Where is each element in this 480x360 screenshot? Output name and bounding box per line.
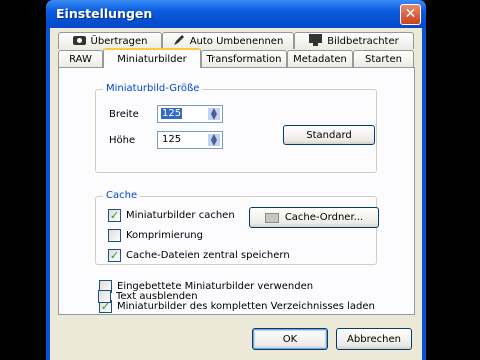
- tab-raw[interactable]: RAW: [58, 50, 103, 67]
- checkmark-icon: ✓: [109, 209, 120, 222]
- tab-starten[interactable]: Starten: [353, 50, 414, 67]
- cancel-button[interactable]: Abbrechen: [336, 328, 412, 350]
- height-value[interactable]: 125: [161, 134, 182, 145]
- close-icon: ✕: [404, 6, 417, 22]
- option-label: Text ausblenden: [116, 291, 198, 302]
- option-label: Cache-Dateien zentral speichern: [126, 250, 290, 261]
- cache-group-legend: Cache: [103, 190, 141, 201]
- dialog-title: Einstellungen: [56, 6, 153, 21]
- settings-dialog: Einstellungen ✕ Übertragen Auto Umbenenn…: [46, 0, 426, 360]
- camera-icon: [72, 34, 86, 48]
- dialog-body: Übertragen Auto Umbenennen Bildbetrachte…: [50, 28, 422, 360]
- standard-button[interactable]: Standard: [283, 125, 375, 145]
- tab-label: Transformation: [206, 53, 282, 65]
- checkmark-icon: ✓: [109, 249, 120, 262]
- height-label: Höhe: [109, 135, 136, 146]
- checkbox[interactable]: [108, 229, 121, 242]
- pen-icon: [173, 34, 185, 49]
- tab-auto-umbenennen[interactable]: Auto Umbenennen: [162, 32, 294, 49]
- tab-transformation[interactable]: Transformation: [201, 50, 287, 67]
- folder-icon: [264, 212, 279, 223]
- checkbox[interactable]: ✓: [108, 249, 121, 262]
- close-button[interactable]: ✕: [400, 4, 421, 25]
- ok-button-label: OK: [282, 333, 298, 345]
- width-spinbox[interactable]: 125 ▲ ▼: [157, 105, 223, 123]
- tab-label: Miniaturbilder: [117, 53, 187, 65]
- spin-arrows-icon[interactable]: ▲ ▼: [207, 107, 221, 121]
- monitor-icon: [309, 33, 323, 49]
- tab-label: Starten: [365, 53, 402, 65]
- tab-metadaten[interactable]: Metadaten: [287, 50, 353, 67]
- tab-label: Bildbetrachter: [327, 35, 399, 47]
- tab-miniaturbilder[interactable]: Miniaturbilder: [103, 48, 201, 68]
- width-label: Breite: [109, 109, 139, 120]
- tab-panel: Miniaturbild-Größe Breite 125 ▲ ▼ Höhe 12…: [58, 67, 415, 315]
- option-label: Miniaturbilder des kompletten Verzeichni…: [117, 301, 375, 312]
- tab-label: Übertragen: [90, 35, 148, 47]
- checkbox[interactable]: ✓: [108, 209, 121, 222]
- title-bar[interactable]: Einstellungen ✕: [46, 0, 426, 28]
- spin-arrows-icon[interactable]: ▲ ▼: [207, 133, 221, 147]
- tab-label: RAW: [69, 53, 92, 65]
- size-groupbox: Miniaturbild-Größe Breite 125 ▲ ▼ Höhe 12…: [95, 83, 377, 173]
- standard-button-label: Standard: [306, 129, 352, 141]
- height-spinbox[interactable]: 125 ▲ ▼: [157, 131, 223, 149]
- checkbox[interactable]: [98, 290, 111, 303]
- tab-uebertragen[interactable]: Übertragen: [58, 32, 162, 49]
- tab-bildbetrachter[interactable]: Bildbetrachter: [294, 32, 414, 49]
- cancel-button-label: Abbrechen: [347, 333, 401, 345]
- cache-folder-button[interactable]: Cache-Ordner...: [249, 207, 379, 228]
- cache-folder-button-label: Cache-Ordner...: [284, 212, 364, 223]
- ok-button[interactable]: OK: [252, 328, 328, 350]
- option-label: Miniaturbilder cachen: [126, 210, 235, 221]
- tab-label: Auto Umbenennen: [189, 35, 284, 47]
- width-value[interactable]: 125: [161, 108, 183, 119]
- tab-label: Metadaten: [293, 53, 347, 65]
- option-label: Komprimierung: [126, 230, 203, 241]
- cache-groupbox: Cache ✓ Miniaturbilder cachen Komprimier…: [95, 190, 379, 265]
- size-group-legend: Miniaturbild-Größe: [103, 83, 203, 94]
